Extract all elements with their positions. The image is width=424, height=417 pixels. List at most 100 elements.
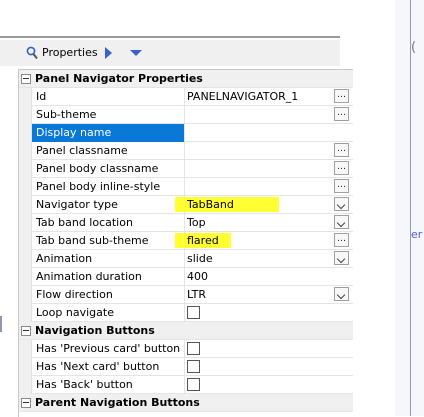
property-name[interactable]: Id: [32, 88, 185, 106]
property-name[interactable]: Tab band location: [32, 214, 185, 232]
property-row[interactable]: Panel body inline-style …: [19, 178, 353, 196]
checkbox[interactable]: [187, 360, 200, 373]
collapse-icon[interactable]: [21, 398, 31, 408]
row-gutter: [19, 106, 32, 124]
property-name[interactable]: Has 'Previous card' button: [32, 340, 185, 358]
property-row[interactable]: Navigator type TabBand: [19, 196, 353, 214]
row-gutter: [19, 340, 32, 358]
right-panel-paren: (: [411, 40, 417, 55]
property-value[interactable]: TabBand: [175, 196, 353, 214]
property-value-text: 400: [187, 270, 208, 283]
property-value[interactable]: Top: [185, 214, 353, 232]
property-name-label: Animation: [36, 252, 93, 265]
ellipsis-button[interactable]: …: [334, 161, 349, 175]
property-row[interactable]: Panel classname …: [19, 142, 353, 160]
property-name[interactable]: Display name: [32, 124, 185, 142]
property-value[interactable]: …: [185, 106, 353, 124]
collapse-icon[interactable]: [21, 74, 31, 84]
checkbox[interactable]: [187, 342, 200, 355]
property-value[interactable]: [185, 340, 353, 358]
menu-dropdown-icon[interactable]: [130, 50, 142, 56]
property-name-label: Flow direction: [36, 288, 113, 301]
group-header[interactable]: Parent Navigation Buttons: [19, 394, 353, 412]
property-name[interactable]: Tab band sub-theme: [32, 232, 185, 250]
property-name[interactable]: Flow direction: [32, 286, 185, 304]
property-grid: Panel Navigator Properties Id PANELNAVIGAT…: [18, 69, 353, 417]
property-value[interactable]: [185, 376, 353, 394]
property-value[interactable]: LTR: [185, 286, 353, 304]
property-name[interactable]: Sub-theme: [32, 106, 185, 124]
property-value[interactable]: PANELNAVIGATOR_1…: [185, 88, 353, 106]
checkbox[interactable]: [187, 378, 200, 391]
property-value-text: Top: [187, 216, 206, 229]
property-value-text: TabBand: [187, 198, 234, 211]
property-row[interactable]: Display name: [19, 124, 353, 142]
group-header[interactable]: Panel Navigator Properties: [19, 70, 353, 88]
property-name-label: Sub-theme: [36, 108, 97, 121]
property-row[interactable]: Flow direction LTR: [19, 286, 353, 304]
property-row[interactable]: Tab band location Top: [19, 214, 353, 232]
dropdown-arrow-icon[interactable]: [334, 215, 349, 229]
property-name[interactable]: Panel classname: [32, 142, 185, 160]
right-panel-border: [410, 0, 411, 416]
property-row[interactable]: Has 'Next card' button: [19, 358, 353, 376]
property-name[interactable]: Animation duration: [32, 268, 185, 286]
property-row[interactable]: Has 'Back' button: [19, 376, 353, 394]
property-value[interactable]: flared…: [175, 232, 353, 250]
property-name[interactable]: Navigator type: [32, 196, 185, 214]
property-value[interactable]: …: [185, 142, 353, 160]
row-gutter: [19, 358, 32, 376]
property-row[interactable]: Id PANELNAVIGATOR_1…: [19, 88, 353, 106]
property-name[interactable]: Animation: [32, 250, 185, 268]
ellipsis-button[interactable]: …: [334, 179, 349, 193]
property-row[interactable]: Tab band sub-theme flared…: [19, 232, 353, 250]
property-name[interactable]: Loop navigate: [32, 304, 185, 322]
search-icon[interactable]: [26, 46, 38, 60]
property-row[interactable]: Panel body classname …: [19, 160, 353, 178]
row-gutter: [19, 232, 32, 250]
property-value[interactable]: …: [185, 178, 353, 196]
group-label: Parent Navigation Buttons: [35, 396, 200, 409]
ellipsis-button[interactable]: …: [334, 89, 349, 103]
property-row[interactable]: Sub-theme …: [19, 106, 353, 124]
dropdown-arrow-icon[interactable]: [334, 251, 349, 265]
collapse-icon[interactable]: [21, 326, 31, 336]
property-value[interactable]: [185, 124, 353, 142]
property-row[interactable]: Has 'Previous card' button: [19, 340, 353, 358]
ellipsis-button[interactable]: …: [334, 107, 349, 121]
property-name[interactable]: Panel body inline-style: [32, 178, 185, 196]
play-icon[interactable]: [105, 47, 112, 59]
right-panel-text: er: [411, 228, 423, 241]
property-name-label: Navigator type: [36, 198, 118, 211]
property-value[interactable]: [185, 304, 353, 322]
property-row[interactable]: Animation duration 400: [19, 268, 353, 286]
ellipsis-button[interactable]: …: [334, 143, 349, 157]
row-gutter: [19, 376, 32, 394]
row-gutter: [19, 196, 32, 214]
property-name-label: Panel classname: [36, 144, 128, 157]
dropdown-arrow-icon[interactable]: [334, 287, 349, 301]
property-name[interactable]: Has 'Next card' button: [32, 358, 185, 376]
property-value[interactable]: [185, 358, 353, 376]
row-gutter: [19, 214, 32, 232]
property-name-label: Display name: [36, 126, 112, 139]
toolbar-divider: [0, 36, 340, 38]
property-name-label: Has 'Previous card' button: [36, 342, 181, 355]
property-value[interactable]: …: [185, 160, 353, 178]
group-label: Panel Navigator Properties: [35, 72, 203, 85]
property-value[interactable]: 400: [185, 268, 353, 286]
property-name[interactable]: Has 'Back' button: [32, 376, 185, 394]
dropdown-arrow-icon[interactable]: [334, 197, 349, 211]
property-name[interactable]: Panel body classname: [32, 160, 185, 178]
row-gutter: [19, 250, 32, 268]
row-gutter: [19, 178, 32, 196]
property-row[interactable]: Animation slide: [19, 250, 353, 268]
property-name-label: Animation duration: [36, 270, 142, 283]
property-value[interactable]: slide: [185, 250, 353, 268]
group-header[interactable]: Navigation Buttons: [19, 322, 353, 340]
property-row[interactable]: Loop navigate: [19, 304, 353, 322]
properties-title: Properties: [42, 46, 98, 59]
ellipsis-button[interactable]: …: [334, 233, 349, 247]
property-value-text: LTR: [187, 288, 206, 301]
checkbox[interactable]: [187, 306, 200, 319]
